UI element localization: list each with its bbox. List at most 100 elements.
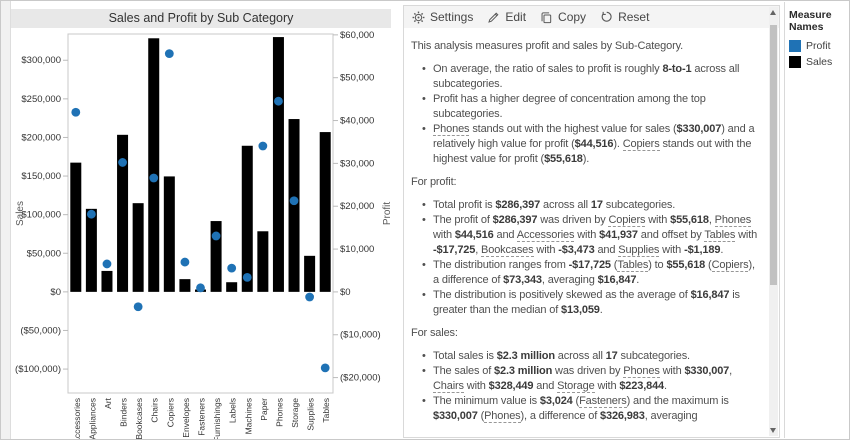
story-bullet: Total profit is $286,397 across all 17 s… <box>433 198 763 213</box>
story-text: , <box>709 214 715 226</box>
story-text: ( <box>705 259 711 271</box>
story-text: with <box>735 229 757 241</box>
story-value: $223,844 <box>619 380 664 392</box>
story-value: $44,516 <box>455 229 494 241</box>
category-link[interactable]: Fasteners <box>579 395 627 408</box>
profit-dot-envelopes[interactable] <box>181 258 190 267</box>
profit-dot-accessories[interactable] <box>71 108 80 117</box>
profit-dot-labels[interactable] <box>227 264 236 273</box>
story-value: $41,937 <box>599 229 638 241</box>
story-bullet: The sales of $2.3 million was driven by … <box>433 364 763 394</box>
category-link[interactable]: Bookcases <box>481 244 533 257</box>
story-value: $286,397 <box>495 199 540 211</box>
left-axis-title: Sales <box>15 201 26 226</box>
right-axis-tick-label: $40,000 <box>340 116 374 127</box>
legend-card: Measure Names Profit Sales <box>784 2 850 438</box>
story-bullet: The distribution ranges from -$17,725 ( T… <box>433 258 763 288</box>
sales-bar-machines[interactable] <box>242 146 253 292</box>
profit-dot-copiers[interactable] <box>165 49 174 58</box>
story-text: with <box>433 229 455 241</box>
legend-title: Measure Names <box>789 9 850 33</box>
category-link[interactable]: Tables <box>617 259 648 272</box>
profit-dot-art[interactable] <box>103 260 112 269</box>
sales-bar-copiers[interactable] <box>164 176 175 291</box>
profit-dot-paper[interactable] <box>258 142 267 151</box>
story-value: $326,983 <box>600 410 645 422</box>
profit-dot-bookcases[interactable] <box>134 302 143 311</box>
sales-bullets: Total sales is $2.3 million across all 1… <box>411 349 763 424</box>
category-link[interactable]: Phones <box>715 214 751 227</box>
sales-bar-art[interactable] <box>101 271 112 292</box>
profit-dot-tables[interactable] <box>321 363 330 372</box>
category-link[interactable]: Phones <box>433 123 469 136</box>
profit-dot-storage[interactable] <box>290 196 299 205</box>
legend-item-profit[interactable]: Profit <box>789 40 850 52</box>
profit-dot-appliances[interactable] <box>87 210 96 219</box>
copy-button[interactable]: Copy <box>540 10 586 24</box>
category-label: Storage <box>290 398 300 428</box>
sales-bar-appliances[interactable] <box>86 209 97 292</box>
story-text: The distribution ranges from <box>433 259 569 271</box>
sales-bar-supplies[interactable] <box>304 256 315 292</box>
pencil-icon <box>487 11 500 24</box>
story-value: -$17,725 <box>569 259 611 271</box>
category-link[interactable]: Chairs <box>433 380 464 393</box>
story-bullet: The distribution is positively skewed as… <box>433 288 763 318</box>
reset-button[interactable]: Reset <box>600 10 649 24</box>
story-scrollbar[interactable] <box>769 7 778 436</box>
left-axis-tick-label: $150,000 <box>21 171 61 182</box>
sales-bar-accessories[interactable] <box>70 163 81 292</box>
profit-dot-binders[interactable] <box>118 158 127 167</box>
profit-dot-machines[interactable] <box>243 273 252 282</box>
sales-bar-labels[interactable] <box>226 282 237 292</box>
profit-dot-phones[interactable] <box>274 97 283 106</box>
category-link[interactable]: Phones <box>623 365 659 378</box>
story-text: was driven by <box>537 214 608 226</box>
profit-dot-fasteners[interactable] <box>196 283 205 292</box>
story-value: $55,618 <box>666 259 705 271</box>
profit-dot-chairs[interactable] <box>149 174 158 183</box>
sales-bar-paper[interactable] <box>257 231 268 292</box>
intro-paragraph: This analysis measures profit and sales … <box>411 39 763 54</box>
category-link[interactable]: Tables <box>704 229 735 242</box>
category-label: Chairs <box>150 398 160 423</box>
data-story-panel: Settings Edit Copy Reset This analysis m… <box>403 5 780 438</box>
settings-button[interactable]: Settings <box>412 10 473 24</box>
left-axis-tick-label: $250,000 <box>21 94 61 105</box>
sales-bar-envelopes[interactable] <box>179 279 190 292</box>
category-link[interactable]: Copiers <box>712 259 749 272</box>
story-text: . <box>664 380 667 392</box>
profit-dot-furnishings[interactable] <box>212 232 221 241</box>
legend-item-sales[interactable]: Sales <box>789 56 850 68</box>
story-value: $286,397 <box>493 214 538 226</box>
scroll-up-arrow-icon[interactable] <box>770 10 776 15</box>
left-axis-tick-label: $50,000 <box>27 248 61 259</box>
sales-bar-chairs[interactable] <box>148 38 159 292</box>
story-text: subcategories. <box>603 199 675 211</box>
category-link[interactable]: Phones <box>484 410 520 423</box>
sales-bar-storage[interactable] <box>289 119 300 292</box>
right-axis-title: Profit <box>382 202 393 226</box>
category-link[interactable]: Copiers <box>608 214 645 227</box>
category-link[interactable]: Supplies <box>618 244 659 257</box>
category-link[interactable]: Copiers <box>623 138 660 151</box>
profit-dot-supplies[interactable] <box>305 293 314 302</box>
scroll-down-arrow-icon[interactable] <box>770 428 776 433</box>
sales-bar-bookcases[interactable] <box>133 203 144 292</box>
scrollbar-thumb[interactable] <box>770 25 777 285</box>
story-value: -$1,189 <box>684 244 720 256</box>
category-label: Bookcases <box>134 398 144 440</box>
category-label: Accessories <box>72 398 82 440</box>
sales-bar-phones[interactable] <box>273 37 284 292</box>
category-link[interactable]: Storage <box>557 380 594 393</box>
category-link[interactable]: Accessories <box>517 229 575 242</box>
profit-bullets: Total profit is $286,397 across all 17 s… <box>411 198 763 318</box>
story-text: Total profit is <box>433 199 495 211</box>
story-text: across all <box>555 350 606 362</box>
sales-bar-tables[interactable] <box>320 132 331 292</box>
story-value: $55,618 <box>544 153 583 165</box>
story-text: and offset by <box>638 229 704 241</box>
legend-swatch <box>789 40 801 52</box>
edit-button[interactable]: Edit <box>487 10 526 24</box>
category-label: Copiers <box>165 398 175 427</box>
